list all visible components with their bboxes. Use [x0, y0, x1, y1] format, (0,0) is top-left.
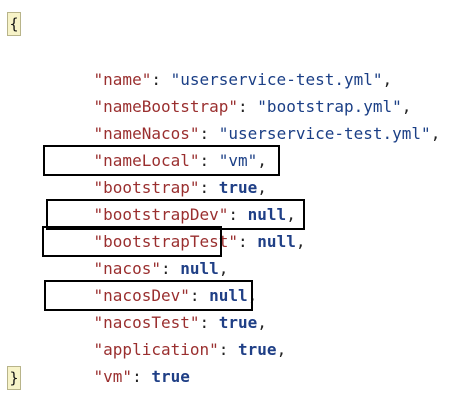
json-line-nacos-dev: "nacosDev": null, — [55, 255, 258, 305]
json-comma: , — [276, 340, 287, 359]
close-brace[interactable]: } — [7, 366, 21, 390]
json-line-vm: "vm": true — [55, 336, 190, 386]
json-line-name-nacos: "nameNacos": "userservice-test.yml", — [55, 93, 441, 143]
json-separator: : — [132, 367, 152, 386]
highlight-box-nacos — [42, 226, 222, 257]
json-separator: : — [238, 232, 258, 251]
json-code-view: { "name": "userservice-test.yml", "nameB… — [0, 0, 463, 406]
highlight-box-nacos-test — [44, 280, 253, 311]
json-key: "vm" — [93, 367, 133, 386]
json-line-application: "application": true, — [55, 309, 287, 359]
open-brace[interactable]: { — [7, 12, 21, 36]
json-value: true — [238, 340, 277, 359]
json-line-name-local: "nameLocal": "vm", — [55, 120, 267, 170]
json-value: null — [257, 232, 296, 251]
json-separator: : — [218, 340, 239, 359]
json-comma: , — [295, 232, 306, 251]
highlight-box-bootstrap — [43, 145, 280, 176]
json-value: true — [151, 367, 190, 386]
json-line-name: "name": "userservice-test.yml", — [55, 39, 393, 89]
json-line-bootstrap-dev: "bootstrapDev": null, — [55, 174, 296, 224]
json-line-name-bootstrap: "nameBootstrap": "bootstrap.yml", — [55, 66, 412, 116]
json-comma: , — [430, 124, 441, 143]
